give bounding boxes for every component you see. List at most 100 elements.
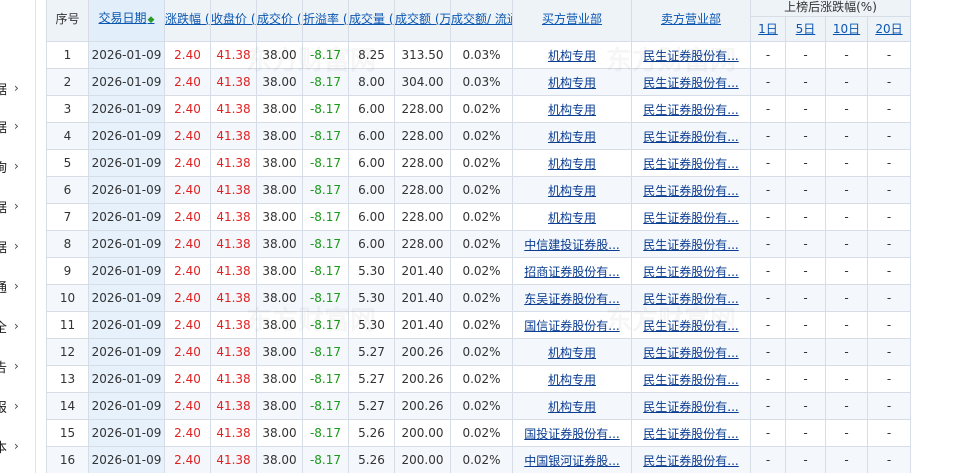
cell-seller: 民生证券股份有... — [631, 284, 751, 312]
cell-float-ratio: 0.02% — [450, 230, 513, 258]
buyer-branch-link[interactable]: 机构专用 — [548, 373, 596, 387]
buyer-branch-link[interactable]: 中信建投证券股... — [524, 238, 619, 252]
cell-amount: 228.00 — [394, 122, 451, 150]
cell-volume: 5.27 — [348, 365, 395, 393]
cell-price: 38.00 — [256, 257, 303, 285]
cell-10d: - — [825, 95, 868, 123]
seller-branch-link[interactable]: 民生证券股份有... — [643, 292, 738, 306]
buyer-branch-link[interactable]: 东吴证券股份有... — [524, 292, 619, 306]
seller-branch-link[interactable]: 民生证券股份有... — [643, 454, 738, 468]
cell-close: 41.38 — [210, 392, 257, 420]
sidebar-item[interactable]: 通 › — [0, 276, 36, 296]
cell-change-pct: 2.40 — [164, 365, 211, 393]
cell-10d: - — [825, 338, 868, 366]
col-header-seller[interactable]: 卖方营业部 — [631, 0, 751, 42]
seller-branch-link[interactable]: 民生证券股份有... — [643, 157, 738, 171]
chevron-right-icon: › — [14, 359, 19, 373]
cell-amount: 200.26 — [394, 392, 451, 420]
seller-branch-link[interactable]: 民生证券股份有... — [643, 211, 738, 225]
seller-branch-link[interactable]: 民生证券股份有... — [643, 400, 738, 414]
col-header-change-pct[interactable]: 涨跌幅 (%) — [164, 0, 211, 42]
block-trade-table-container: 序号 交易日期◆ 涨跌幅 (%) 收盘价 (元) 成交价 (元) 折溢率 (%)… — [46, 0, 911, 473]
buyer-branch-link[interactable]: 机构专用 — [548, 76, 596, 90]
cell-premium: -8.17 — [302, 365, 349, 393]
sidebar-item[interactable]: 据 › — [0, 116, 36, 136]
seller-branch-link[interactable]: 民生证券股份有... — [643, 130, 738, 144]
sidebar-item[interactable]: 告 › — [0, 356, 36, 376]
cell-seller: 民生证券股份有... — [631, 365, 751, 393]
cell-date: 2026-01-09 — [88, 95, 165, 123]
table-row: 13 2026-01-09 2.40 41.38 38.00 -8.17 5.27 200.2… — [46, 365, 911, 393]
col-header-amount[interactable]: 成交额 (万元) — [394, 0, 451, 42]
buyer-branch-link[interactable]: 中国银河证券股... — [524, 454, 619, 468]
cell-float-ratio: 0.02% — [450, 176, 513, 204]
seller-branch-link[interactable]: 民生证券股份有... — [643, 103, 738, 117]
cell-amount: 200.00 — [394, 446, 451, 473]
cell-change-pct: 2.40 — [164, 392, 211, 420]
col-header-1d[interactable]: 1日 — [750, 16, 786, 42]
sidebar-item-label: 告 — [0, 360, 8, 376]
buyer-branch-link[interactable]: 机构专用 — [548, 211, 596, 225]
cell-price: 38.00 — [256, 176, 303, 204]
cell-5d: - — [785, 230, 826, 258]
buyer-branch-link[interactable]: 机构专用 — [548, 157, 596, 171]
sidebar-item[interactable]: 据 › — [0, 196, 36, 216]
col-header-float-ratio[interactable]: 成交额/ 流通市值 — [450, 0, 513, 42]
buyer-branch-link[interactable]: 招商证券股份有... — [524, 265, 619, 279]
col-header-volume[interactable]: 成交量 (万股) — [348, 0, 395, 42]
cell-close: 41.38 — [210, 95, 257, 123]
cell-5d: - — [785, 68, 826, 96]
sidebar-item[interactable]: 全 › — [0, 316, 36, 336]
seller-branch-link[interactable]: 民生证券股份有... — [643, 265, 738, 279]
cell-close: 41.38 — [210, 149, 257, 177]
cell-seller: 民生证券股份有... — [631, 311, 751, 339]
buyer-branch-link[interactable]: 国投证券股份有... — [524, 427, 619, 441]
seller-branch-link[interactable]: 民生证券股份有... — [643, 427, 738, 441]
cell-close: 41.38 — [210, 68, 257, 96]
seller-branch-link[interactable]: 民生证券股份有... — [643, 346, 738, 360]
seller-branch-link[interactable]: 民生证券股份有... — [643, 238, 738, 252]
cell-5d: - — [785, 176, 826, 204]
buyer-branch-link[interactable]: 机构专用 — [548, 49, 596, 63]
buyer-branch-link[interactable]: 机构专用 — [548, 103, 596, 117]
cell-volume: 5.26 — [348, 419, 395, 447]
seller-branch-link[interactable]: 民生证券股份有... — [643, 319, 738, 333]
col-header-buyer[interactable]: 买方营业部 — [512, 0, 632, 42]
cell-index: 6 — [46, 176, 89, 204]
cell-10d: - — [825, 365, 868, 393]
cell-amount: 228.00 — [394, 149, 451, 177]
seller-branch-link[interactable]: 民生证券股份有... — [643, 76, 738, 90]
col-header-date[interactable]: 交易日期◆ — [88, 0, 165, 42]
cell-close: 41.38 — [210, 446, 257, 473]
cell-date: 2026-01-09 — [88, 122, 165, 150]
chevron-right-icon: › — [14, 119, 19, 133]
buyer-branch-link[interactable]: 机构专用 — [548, 184, 596, 198]
col-header-5d[interactable]: 5日 — [785, 16, 826, 42]
col-header-price[interactable]: 成交价 (元) — [256, 0, 303, 42]
col-header-10d[interactable]: 10日 — [825, 16, 868, 42]
cell-date: 2026-01-09 — [88, 41, 165, 69]
seller-branch-link[interactable]: 民生证券股份有... — [643, 373, 738, 387]
sidebar-item[interactable]: 询 › — [0, 156, 36, 176]
col-header-premium[interactable]: 折溢率 (%) — [302, 0, 349, 42]
cell-seller: 民生证券股份有... — [631, 41, 751, 69]
sidebar-item[interactable]: 据 › — [0, 78, 36, 98]
buyer-branch-link[interactable]: 机构专用 — [548, 346, 596, 360]
cell-float-ratio: 0.02% — [450, 446, 513, 473]
buyer-branch-link[interactable]: 机构专用 — [548, 400, 596, 414]
sidebar-item[interactable]: 本 › — [0, 436, 36, 456]
sidebar-item[interactable]: 据 › — [0, 236, 36, 256]
sidebar-item[interactable]: 报 › — [0, 396, 36, 416]
cell-1d: - — [750, 122, 786, 150]
sidebar-item-label: 报 — [0, 400, 8, 416]
col-header-20d[interactable]: 20日 — [866, 16, 911, 42]
chevron-right-icon: › — [14, 81, 19, 95]
buyer-branch-link[interactable]: 国信证券股份有... — [524, 319, 619, 333]
cell-buyer: 机构专用 — [512, 203, 632, 231]
seller-branch-link[interactable]: 民生证券股份有... — [643, 49, 738, 63]
seller-branch-link[interactable]: 民生证券股份有... — [643, 184, 738, 198]
col-header-close[interactable]: 收盘价 (元) — [210, 0, 257, 42]
buyer-branch-link[interactable]: 机构专用 — [548, 130, 596, 144]
cell-buyer: 机构专用 — [512, 95, 632, 123]
cell-seller: 民生证券股份有... — [631, 419, 751, 447]
